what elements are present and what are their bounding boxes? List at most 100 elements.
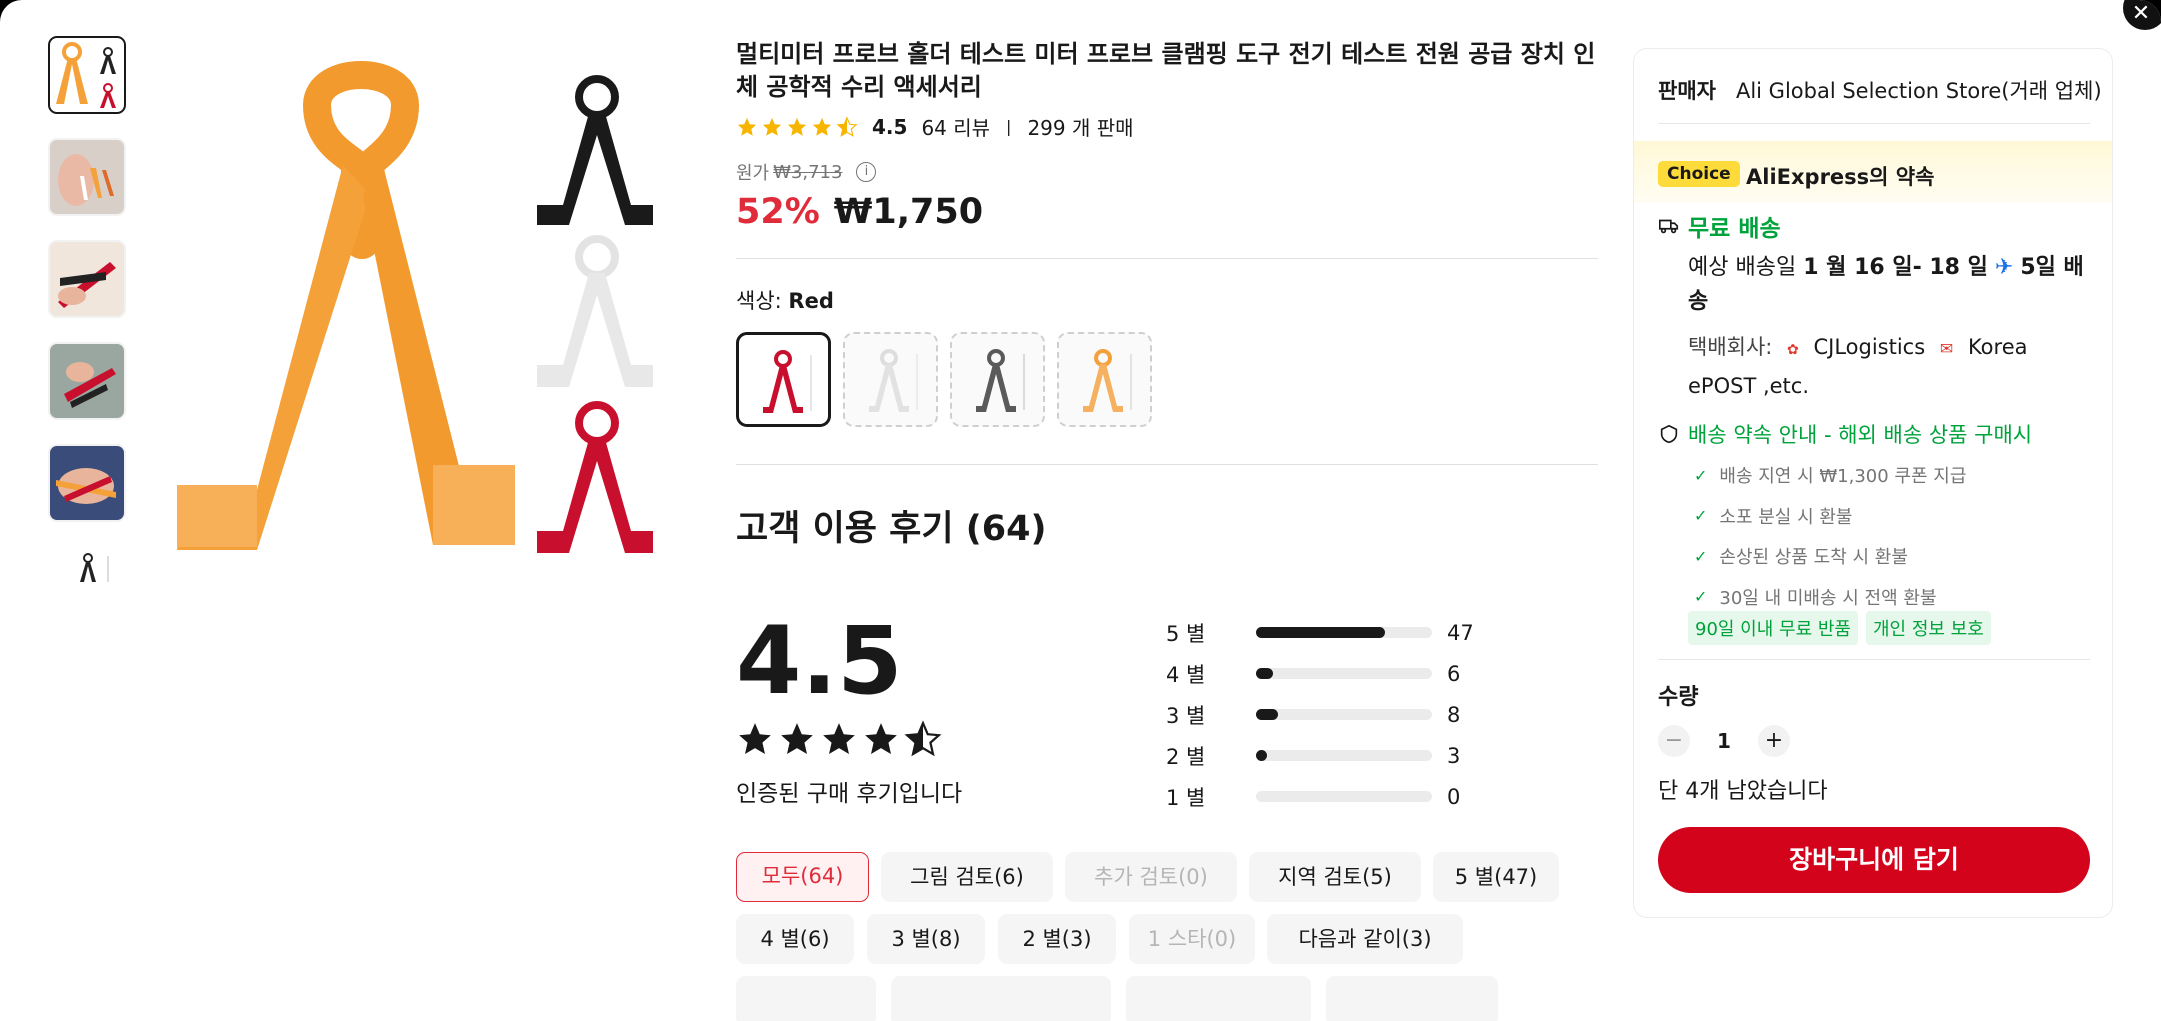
rating-bar-label: 3 별 <box>1166 703 1206 728</box>
rating-bar-count: 47 <box>1447 620 1474 645</box>
review-filter-chip[interactable] <box>1326 976 1498 1021</box>
free-shipping: 무료 배송 <box>1658 209 1781 243</box>
divider <box>1658 659 2090 660</box>
review-filter-chip[interactable] <box>1126 976 1311 1021</box>
purchase-panel: 판매자 Ali Global Selection Store(거래 업체) Ch… <box>1633 48 2113 918</box>
delivery-dates: 1 월 16 일- 18 일 <box>1803 255 1988 280</box>
rating-bar-row: 1 별 0 <box>1166 776 1566 817</box>
thumbnail-5[interactable] <box>48 444 126 522</box>
quantity-decrease-button[interactable]: − <box>1658 725 1690 757</box>
carrier-name-1: CJLogistics <box>1813 335 1926 359</box>
sale-price: ₩1,750 <box>833 192 984 232</box>
price-row: 52% ₩1,750 <box>736 192 983 232</box>
review-filter-chip[interactable]: 그림 검토(6) <box>881 852 1053 902</box>
rating-bar-row: 5 별 47 <box>1166 612 1566 653</box>
seller-name[interactable]: Ali Global Selection Store(거래 업체) <box>1736 75 2102 105</box>
check-icon: ✓ <box>1694 546 1708 566</box>
rating-bar-track <box>1256 791 1432 802</box>
swatch-orange[interactable] <box>1057 332 1152 427</box>
guarantee-item: ✓ 손상된 상품 도착 시 환불 <box>1694 536 1966 577</box>
carrier-info: 택배회사: ✿ CJLogistics ✉ Korea ePOST ,etc. <box>1688 329 2098 404</box>
star-icon <box>739 723 771 755</box>
review-filter-chip[interactable]: 3 별(8) <box>867 914 985 964</box>
close-icon[interactable]: ✕ <box>2123 0 2161 30</box>
color-label-key: 색상: <box>736 289 782 313</box>
quantity-increase-button[interactable]: + <box>1758 725 1790 757</box>
thumbnail-2[interactable] <box>48 138 126 216</box>
privacy-tag: 개인 정보 보호 <box>1866 611 1991 645</box>
star-icon <box>781 723 813 755</box>
original-price-value: ₩3,713 <box>773 161 843 183</box>
quantity-stepper: − 1 + <box>1658 725 1790 757</box>
rating-bar-fill <box>1256 709 1278 720</box>
rating-bar-label: 1 별 <box>1166 785 1206 810</box>
review-filter-chip[interactable]: 2 별(3) <box>998 914 1116 964</box>
check-icon: ✓ <box>1694 465 1708 485</box>
guarantee-text: 소포 분실 시 환불 <box>1719 506 1853 528</box>
guarantee-text: 손상된 상품 도착 시 환불 <box>1719 547 1908 569</box>
thumbnail-3[interactable] <box>48 240 126 318</box>
seller-label: 판매자 <box>1658 79 1716 103</box>
thumbnail-4[interactable] <box>48 342 126 420</box>
shield-icon <box>1660 424 1678 444</box>
delivery-prefix: 예상 배송일 <box>1688 255 1797 280</box>
thumbnail-list <box>48 36 128 630</box>
rating-breakdown: 5 별 47 4 별 6 3 별 8 2 별 3 1 별 0 <box>1166 612 1566 817</box>
guarantee-tags: 90일 이내 무료 반품 개인 정보 보호 <box>1688 611 1991 645</box>
add-to-cart-button[interactable]: 장바구니에 담기 <box>1658 827 2090 893</box>
sold-count: 299 개 판매 <box>1027 116 1134 140</box>
star-icon <box>762 117 782 136</box>
half-star-icon <box>836 115 858 137</box>
star-icon <box>865 723 897 755</box>
review-filter-chip[interactable] <box>736 976 876 1021</box>
divider <box>736 258 1598 259</box>
guarantee-text: 배송 지연 시 ₩1,300 쿠폰 지급 <box>1719 466 1967 488</box>
choice-badge: Choice <box>1658 161 1740 187</box>
color-label: 색상: Red <box>736 285 834 315</box>
rating-bar-row: 3 별 8 <box>1166 694 1566 735</box>
delivery-guarantee[interactable]: 배송 약속 안내 - 해외 배송 상품 구매시 <box>1658 419 2032 449</box>
rating-bar-track <box>1256 709 1432 720</box>
rating-bar-label: 4 별 <box>1166 662 1206 687</box>
thumbnail-1[interactable] <box>48 36 126 114</box>
info-icon[interactable]: i <box>856 162 877 182</box>
thumbnail-6[interactable] <box>48 546 126 606</box>
review-filter-chip[interactable]: 모두(64) <box>736 852 869 902</box>
review-filter-chip[interactable]: 지역 검토(5) <box>1249 852 1421 902</box>
cj-logo-icon: ✿ <box>1787 342 1799 358</box>
rating-bar-track <box>1256 627 1432 638</box>
reviews-title: 고객 이용 후기 (64) <box>736 509 1047 549</box>
epost-logo-icon: ✉ <box>1939 339 1954 358</box>
original-price: 원가 ₩3,713 i <box>736 159 877 185</box>
review-filter-chip[interactable]: 5 별(47) <box>1433 852 1559 902</box>
review-count-link[interactable]: 64 리뷰 <box>921 112 990 141</box>
guarantee-list: ✓ 배송 지연 시 ₩1,300 쿠폰 지급 ✓ 소포 분실 시 환불 ✓ 손상된 상… <box>1694 455 1966 617</box>
rating-bar-fill <box>1256 750 1267 761</box>
plane-icon: ✈ <box>1994 255 2014 280</box>
color-label-value: Red <box>788 289 834 313</box>
review-filter-chip[interactable]: 다음과 같이(3) <box>1267 914 1463 964</box>
original-price-label: 원가 <box>736 163 770 184</box>
delivery-estimate: 예상 배송일 1 월 16 일- 18 일 ✈ 5일 배송 <box>1688 251 2098 319</box>
rating-bar-fill <box>1256 668 1273 679</box>
divider <box>1658 123 2090 124</box>
swatch-black[interactable] <box>950 332 1045 427</box>
guarantee-item: ✓ 소포 분실 시 환불 <box>1694 496 1966 537</box>
review-filter-chip[interactable]: 1 스타(0) <box>1129 914 1255 964</box>
main-product-image[interactable] <box>165 45 665 565</box>
star-icon <box>737 117 757 136</box>
star-icon <box>823 723 855 755</box>
rating-bar-row: 2 별 3 <box>1166 735 1566 776</box>
quantity-value[interactable]: 1 <box>1710 729 1738 753</box>
review-filter-chip[interactable]: 추가 검토(0) <box>1065 852 1237 902</box>
verified-note: 인증된 구매 후기입니다 <box>736 781 963 807</box>
review-filter-chip[interactable]: 4 별(6) <box>736 914 854 964</box>
swatch-white[interactable] <box>843 332 938 427</box>
quantity-label: 수량 <box>1658 685 1699 710</box>
review-filter-chip[interactable] <box>891 976 1111 1021</box>
star-icon <box>812 117 832 136</box>
carrier-label: 택배회사: <box>1688 335 1773 359</box>
swatch-red[interactable] <box>736 332 831 427</box>
product-title: 멀티미터 프로브 홀더 테스트 미터 프로브 클램핑 도구 전기 테스트 전원 … <box>736 40 1596 101</box>
rating-bar-count: 6 <box>1447 661 1461 686</box>
